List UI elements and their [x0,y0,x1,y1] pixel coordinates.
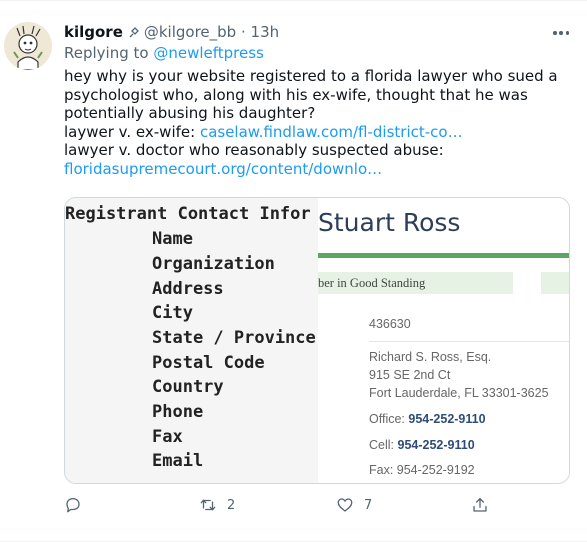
cell-phone-line: Cell: 954-252-9110 [369,438,475,452]
retweet-count: 2 [227,497,236,513]
address-city: Fort Lauderdale, FL 33301-3625 [369,386,549,400]
bar-number: 436630 [369,317,411,331]
share-icon [473,497,487,512]
tweet-text-line2: laywer v. ex-wife: caselaw.findlaw.com/f… [64,122,463,141]
standing-background-right [541,272,569,294]
registrant-field: Organization [152,254,275,274]
user-handle[interactable]: @kilgore_bb [144,23,236,41]
tweet[interactable]: kilgore @kilgore_bb · 13h Replying to @n… [0,0,587,542]
like-button[interactable]: 7 [336,493,372,517]
registrant-field: Address [152,279,224,299]
address-street: 915 SE 2nd Ct [369,368,451,382]
display-name[interactable]: kilgore [64,23,123,41]
cell-phone: 954-252-9110 [397,438,475,452]
reply-icon [66,497,80,513]
tweet-text: hey why is your website registered to a … [64,67,574,178]
bar-profile-panel: Stuart Ross ber in Good Standing 436630 … [318,198,569,483]
tweet-actions: 2 7 [64,493,544,517]
retweet-icon [200,499,216,511]
divider [369,341,569,342]
avatar-drawing-icon [4,22,52,70]
like-count: 7 [364,497,373,513]
reply-button[interactable] [64,493,92,517]
registrant-title: Registrant Contact Infor [65,204,311,224]
office-phone-line: Office: 954-252-9110 [369,412,486,426]
floridasupremecourt-link[interactable]: floridasupremecourt.org/content/downlo… [64,160,382,178]
replying-to-line: Replying to @newleftpress [64,44,264,62]
pin-icon [129,27,139,38]
replying-prefix: Replying to [64,44,149,62]
avatar[interactable] [4,22,52,70]
address-name: Richard S. Ross, Esq. [369,350,492,364]
lawyer-name: Stuart Ross [318,208,461,237]
office-phone: 954-252-9110 [408,412,486,426]
tweet-text-main: hey why is your website registered to a … [64,67,558,122]
registrant-field: Name [152,229,193,249]
share-button[interactable] [471,493,489,517]
registrant-field: Email [152,451,204,471]
attached-image[interactable]: Registrant Contact Infor Name Organizati… [64,197,570,484]
replying-to-link[interactable]: @newleftpress [153,44,264,62]
standing-status: ber in Good Standing [318,276,426,290]
registrant-field: Fax [152,427,183,447]
tweet-text-line3: lawyer v. doctor who reasonably suspecte… [64,141,444,159]
tweet-text-line4: floridasupremecourt.org/content/downlo… [64,160,574,179]
registrant-field: City [152,303,193,323]
registrant-field: Postal Code [152,353,265,373]
fax-line: Fax: 954-252-9192 [369,463,475,477]
heart-icon [337,498,353,512]
registrant-field: Country [152,377,224,397]
accent-divider [318,253,569,258]
timestamp[interactable]: · 13h [236,23,279,41]
more-options-icon[interactable] [553,31,569,35]
registrant-field: State / Province [152,328,316,348]
registrant-field: Phone [152,402,204,422]
caselaw-link[interactable]: caselaw.findlaw.com/fl-district-co… [200,123,463,141]
tweet-header: kilgore @kilgore_bb · 13h [64,21,573,43]
retweet-button[interactable]: 2 [199,493,235,517]
registrant-contact-panel: Registrant Contact Infor Name Organizati… [65,198,318,483]
